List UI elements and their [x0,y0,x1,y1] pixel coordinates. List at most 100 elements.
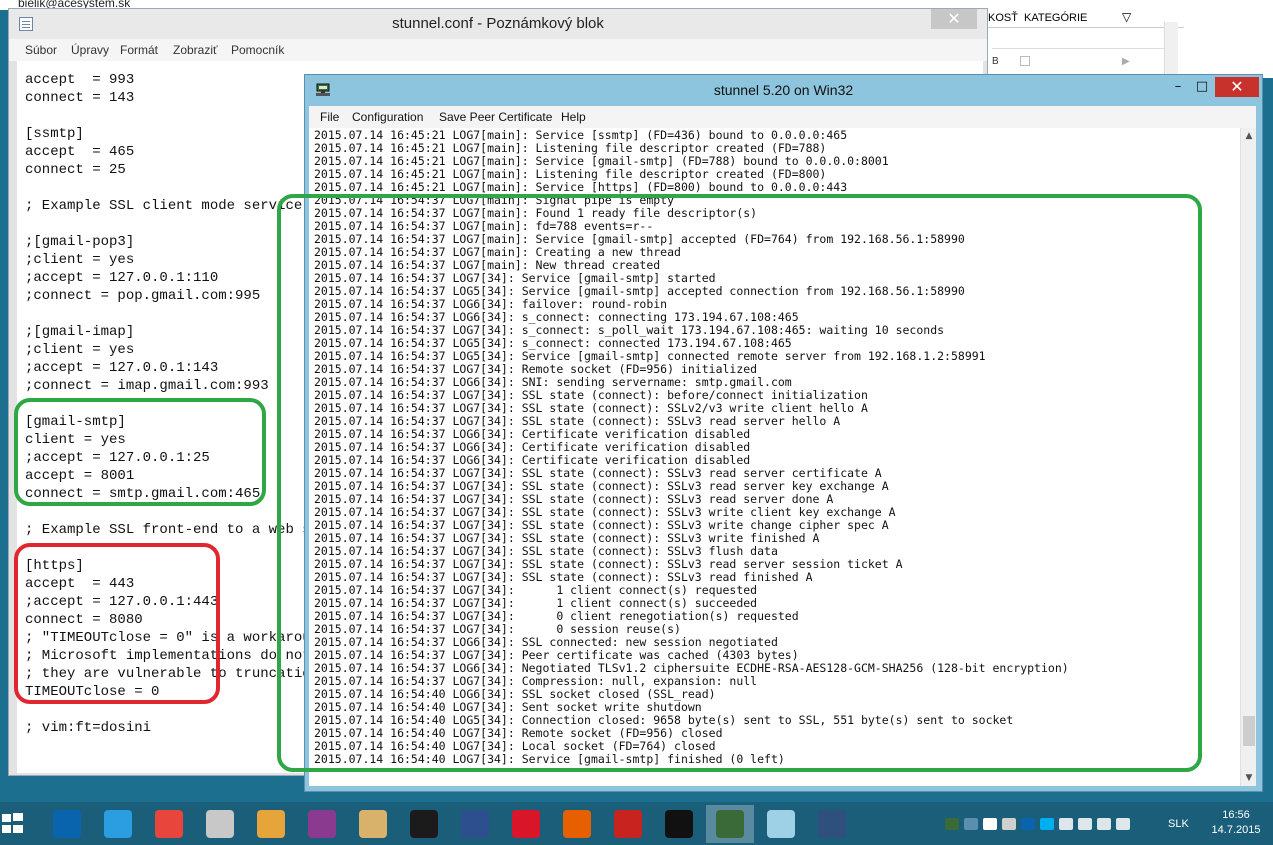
log-scrollbar[interactable]: ▲ ▼ [1240,128,1256,786]
stunnel-window: stunnel 5.20 on Win32 – □ ✕ File Configu… [304,74,1263,792]
log-line: 2015.07.14 16:54:37 LOG7[34]: Compressio… [314,674,758,688]
taskbar-button-console[interactable] [655,805,703,843]
stunnel-menu-configuration[interactable]: Configuration [352,110,423,124]
windows-logo-pane [13,813,23,821]
taskbar-button-notepad[interactable] [757,805,805,843]
stunnel-menu-file[interactable]: File [320,110,339,124]
log-line: 2015.07.14 16:54:37 LOG7[34]: 1 client c… [314,583,758,597]
editor-line: connect = smtp.gmail.com:465 [25,486,261,502]
log-line: 2015.07.14 16:54:37 LOG7[main]: Found 1 … [314,206,758,220]
log-line: 2015.07.14 16:54:37 LOG7[main]: Signal p… [314,193,675,207]
monitor-tray-icon[interactable] [1002,818,1016,830]
log-line: 2015.07.14 16:54:37 LOG6[34]: SNI: sendi… [314,375,792,389]
menu-format[interactable]: Formát [120,43,158,57]
editor-line: ;accept = 127.0.0.1:443 [25,594,219,610]
editor-line: accept = 465 [25,144,135,160]
notepad-close-button[interactable]: ✕ [931,9,977,29]
stunnel-icon [716,810,744,838]
taskbar-button-window-manager[interactable] [808,805,856,843]
notepad-titlebar[interactable]: stunnel.conf - Poznámkový blok ✕ [9,9,987,39]
flag-icon[interactable]: ▶ [1122,56,1132,67]
editor-line: ;client = yes [25,252,135,268]
log-line: 2015.07.14 16:54:37 LOG6[34]: failover: … [314,297,668,311]
taskbar-button-outlook[interactable] [43,805,91,843]
stunnel-maximize-button[interactable]: □ [1191,79,1213,97]
editor-line: client = yes [25,432,126,448]
log-line: 2015.07.14 16:54:37 LOG7[34]: SSL state … [314,479,889,493]
editor-line: accept = 993 [25,72,135,88]
editor-line: ;connect = pop.gmail.com:995 [25,288,261,304]
stunnel-menu-help[interactable]: Help [561,110,586,124]
taskbar-button-opera[interactable] [502,805,550,843]
chrome-icon [155,810,183,838]
editor-line: connect = 8080 [25,612,143,628]
console-icon [665,810,693,838]
taskbar-button-save-disk[interactable] [298,805,346,843]
volume-icon[interactable] [1059,818,1073,830]
network-tray-icon[interactable] [964,818,978,830]
outlook-tray-icon[interactable] [1021,818,1035,830]
outlook-icon [53,810,81,838]
clock[interactable]: 16:56 14.7.2015 [1205,808,1267,838]
log-line: 2015.07.14 16:54:37 LOG5[34]: Service [g… [314,284,965,298]
log-line: 2015.07.14 16:54:37 LOG6[34]: Certificat… [314,427,751,441]
log-line: 2015.07.14 16:54:40 LOG7[34]: Remote soc… [314,726,723,740]
notepad-menubar: Súbor Úpravy Formát Zobraziť Pomocník [9,39,987,61]
stunnel-minimize-button[interactable]: – [1167,79,1189,97]
scroll-up-icon[interactable]: ▲ [1241,128,1256,144]
menu-help[interactable]: Pomocník [231,43,284,57]
log-line: 2015.07.14 16:54:37 LOG7[34]: SSL state … [314,544,778,558]
taskbar-button-firefox[interactable] [553,805,601,843]
editor-line: ;accept = 127.0.0.1:110 [25,270,219,286]
windows-tray-icon[interactable] [983,818,997,830]
editor-line: ; Microsoft implementations do not [25,648,311,664]
taskbar-button-chrome[interactable] [145,805,193,843]
background-column-header: KOSŤ KATEGÓRIE ▽ [984,8,1184,28]
background-scrollbar[interactable] [1164,22,1178,78]
taskbar-button-calculator[interactable] [196,805,244,843]
log-line: 2015.07.14 16:54:37 LOG7[34]: 0 session … [314,622,681,636]
log-line: 2015.07.14 16:54:37 LOG7[34]: Remote soc… [314,362,758,376]
battery-icon[interactable] [1116,818,1130,830]
paint-icon [257,810,285,838]
log-line: 2015.07.14 16:54:37 LOG6[34]: Negotiated… [314,661,1069,675]
log-line: 2015.07.14 16:54:37 LOG7[34]: Peer certi… [314,648,799,662]
filter-icon[interactable]: ▽ [1122,10,1131,24]
stunnel-log-view[interactable]: 2015.07.14 16:54:40 LOG7[34]: Service [g… [309,128,1256,786]
log-line: 2015.07.14 16:54:37 LOG6[34]: SSL connec… [314,635,778,649]
log-line: 2015.07.14 16:54:37 LOG7[34]: SSL state … [314,570,813,584]
editor-line: ;[gmail-pop3] [25,234,135,250]
taskbar-button-pixel-app[interactable] [400,805,448,843]
opera-icon [512,810,540,838]
taskbar-button-stunnel[interactable] [706,805,754,843]
stunnel-menu-save-peer-certificate[interactable]: Save Peer Certificate [439,110,552,124]
log-line: 2015.07.14 16:54:40 LOG7[34]: Local sock… [314,739,716,753]
log-line: 2015.07.14 16:45:21 LOG7[main]: Service … [314,128,848,142]
log-line: 2015.07.14 16:54:40 LOG6[34]: SSL socket… [314,687,716,701]
wifi-icon[interactable] [1097,818,1111,830]
taskbar-button-network-user[interactable] [451,805,499,843]
scroll-thumb[interactable] [1243,716,1255,746]
stunnel-titlebar[interactable]: stunnel 5.20 on Win32 – □ ✕ [305,75,1262,105]
start-button[interactable] [0,806,40,842]
menu-view[interactable]: Zobraziť [173,43,218,57]
log-line: 2015.07.14 16:54:37 LOG6[34]: Certificat… [314,453,751,467]
taskbar-button-paint[interactable] [247,805,295,843]
log-line: 2015.07.14 16:54:37 LOG7[34]: SSL state … [314,401,868,415]
background-header-kategorie: KATEGÓRIE [1024,12,1088,24]
checkbox-icon[interactable] [1020,56,1030,66]
stunnel-tray-icon[interactable] [945,818,959,830]
menu-edit[interactable]: Úpravy [71,43,109,57]
menu-file[interactable]: Súbor [25,43,57,57]
window-manager-icon [818,810,846,838]
editor-line: ;accept = 127.0.0.1:25 [25,450,210,466]
taskbar-button-red-c-app[interactable] [604,805,652,843]
taskbar-button-certificate[interactable] [349,805,397,843]
taskbar-button-internet-explorer[interactable] [94,805,142,843]
language-indicator[interactable]: SLK [1168,818,1189,830]
editor-line: ; Example SSL client mode service [25,198,303,214]
scroll-down-icon[interactable]: ▼ [1241,770,1256,786]
flag-icon[interactable] [1078,818,1092,830]
skype-tray-icon[interactable] [1040,818,1054,830]
stunnel-close-button[interactable]: ✕ [1215,77,1259,97]
